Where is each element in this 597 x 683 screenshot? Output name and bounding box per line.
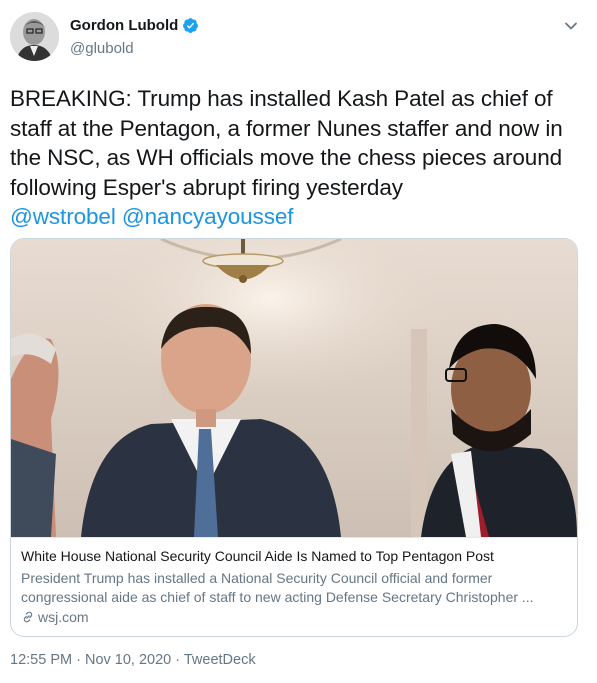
chevron-down-icon[interactable] (563, 18, 579, 34)
verified-badge-icon (183, 18, 199, 33)
card-domain: wsj.com (38, 609, 89, 625)
tweet-meta: 12:55 PM · Nov 10, 2020 · TweetDeck (10, 652, 256, 668)
meta-separator: · (171, 652, 184, 668)
card-domain-row[interactable]: wsj.com (21, 609, 89, 625)
mention-link[interactable]: @nancyayoussef (122, 204, 294, 229)
tweet-time[interactable]: 12:55 PM (10, 652, 72, 668)
tweet: Gordon Lubold @glubold BREAKING: Trump h… (0, 0, 597, 683)
avatar[interactable] (10, 12, 59, 61)
link-card[interactable]: White House National Security Council Ai… (10, 238, 578, 637)
author-handle[interactable]: @glubold (70, 40, 134, 57)
tweet-date[interactable]: Nov 10, 2020 (85, 652, 171, 668)
tweet-source[interactable]: TweetDeck (184, 652, 256, 668)
link-icon (23, 611, 33, 623)
card-image (11, 239, 577, 537)
card-title[interactable]: White House National Security Council Ai… (21, 548, 566, 564)
card-body[interactable]: White House National Security Council Ai… (11, 537, 577, 636)
tweet-text-block: BREAKING: Trump has installed Kash Patel… (10, 84, 585, 232)
author-name-row[interactable]: Gordon Lubold (70, 17, 199, 34)
tweet-text: BREAKING: Trump has installed Kash Patel… (10, 86, 563, 200)
card-description: President Trump has installed a National… (21, 570, 534, 605)
meta-separator: · (72, 652, 85, 668)
author-display-name[interactable]: Gordon Lubold (70, 17, 178, 34)
mention-link[interactable]: @wstrobel (10, 204, 116, 229)
